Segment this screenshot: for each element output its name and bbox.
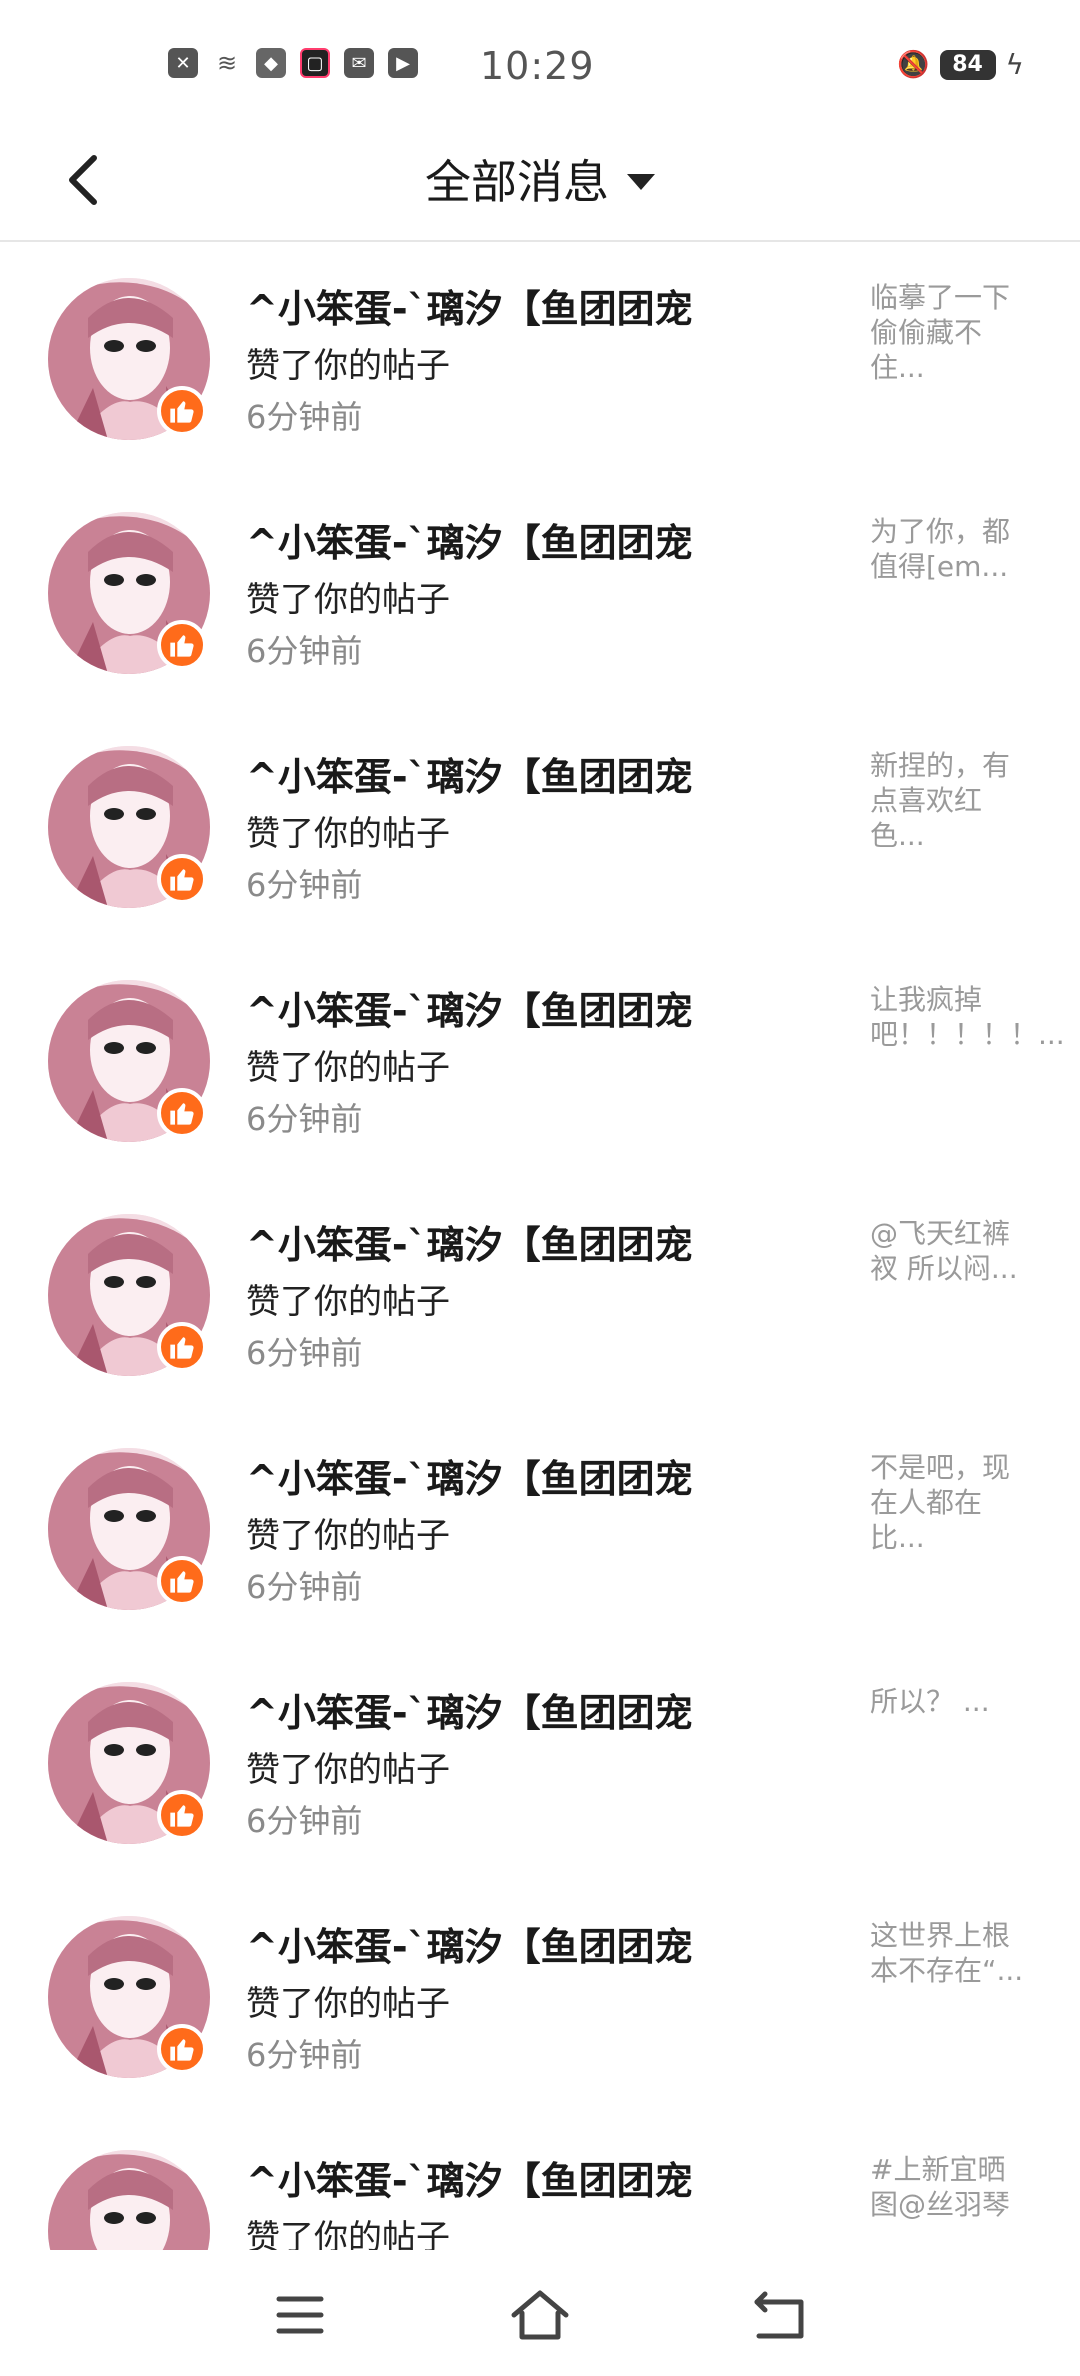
action-text: 赞了你的帖子	[246, 1984, 450, 2024]
message-item[interactable]: ^小笨蛋-`璃汐【鱼团团宠 赞了你的帖子 6分钟前 临摹了一下偷偷藏不住...	[0, 244, 1080, 478]
message-item[interactable]: ^小笨蛋-`璃汐【鱼团团宠 赞了你的帖子 6分钟前 这世界上根本不存在“...	[0, 1882, 1080, 2116]
home-icon	[511, 2290, 569, 2340]
sender-name: ^小笨蛋-`璃汐【鱼团团宠	[246, 287, 693, 331]
post-preview[interactable]: 不是吧，现在人都在比...	[870, 1450, 1030, 1555]
sender-name: ^小笨蛋-`璃汐【鱼团团宠	[246, 1691, 693, 1735]
like-badge	[157, 1556, 207, 1606]
caret-down-icon	[627, 174, 655, 190]
thumbs-up-icon	[170, 635, 194, 657]
status-icons-left: ✕ ≋ ◆ ▢ ✉ ▶	[168, 48, 418, 78]
action-text: 赞了你的帖子	[246, 1516, 450, 1556]
thumbs-up-icon	[170, 2039, 194, 2061]
action-text: 赞了你的帖子	[246, 1282, 450, 1322]
header: 全部消息	[0, 120, 1080, 242]
timestamp: 6分钟前	[246, 1334, 363, 1372]
message-item[interactable]: ^小笨蛋-`璃汐【鱼团团宠 赞了你的帖子 6分钟前 所以？ ...	[0, 1648, 1080, 1882]
bottom-navigation	[0, 2250, 1080, 2376]
title-dropdown[interactable]: 全部消息	[0, 146, 1080, 212]
message-item[interactable]: ^小笨蛋-`璃汐【鱼团团宠 赞了你的帖子 6分钟前 不是吧，现在人都在比...	[0, 1414, 1080, 1648]
sender-name: ^小笨蛋-`璃汐【鱼团团宠	[246, 1457, 693, 1501]
message-list: ^小笨蛋-`璃汐【鱼团团宠 赞了你的帖子 6分钟前 临摹了一下偷偷藏不住... …	[0, 244, 1080, 2250]
like-badge	[157, 854, 207, 904]
sender-name: ^小笨蛋-`璃汐【鱼团团宠	[246, 1223, 693, 1267]
action-text: 赞了你的帖子	[246, 814, 450, 854]
like-badge	[157, 620, 207, 670]
screen-record-icon: ▢	[300, 48, 330, 78]
timestamp: 6分钟前	[246, 632, 363, 670]
page-title: 全部消息	[425, 155, 609, 209]
action-text: 赞了你的帖子	[246, 1750, 450, 1790]
thumbs-up-icon	[170, 401, 194, 423]
post-preview[interactable]: 新捏的，有点喜欢红色...	[870, 748, 1030, 853]
message-item[interactable]: ^小笨蛋-`璃汐【鱼团团宠 赞了你的帖子 6分钟前 为了你，都值得[em...	[0, 478, 1080, 712]
menu-button[interactable]	[260, 2280, 340, 2350]
back-nav-button[interactable]	[740, 2280, 820, 2350]
thumbs-up-icon	[170, 869, 194, 891]
avatar[interactable]	[48, 2150, 210, 2250]
timestamp: 6分钟前	[246, 1802, 363, 1840]
post-preview[interactable]: 临摹了一下偷偷藏不住...	[870, 280, 1030, 385]
timestamp: 6分钟前	[246, 2036, 363, 2074]
home-button[interactable]	[500, 2280, 580, 2350]
timestamp: 6分钟前	[246, 1568, 363, 1606]
status-bar: ✕ ≋ ◆ ▢ ✉ ▶ 10:29 🔕 84 ϟ	[0, 0, 1080, 120]
post-preview[interactable]: 所以？ ...	[870, 1684, 1030, 1719]
screen: ✕ ≋ ◆ ▢ ✉ ▶ 10:29 🔕 84 ϟ 全部消息 ^小笨蛋-`璃汐【鱼…	[0, 0, 1080, 2376]
mute-icon: 🔕	[897, 49, 930, 80]
status-icons-right: 🔕 84 ϟ	[897, 48, 1024, 81]
action-text: 赞了你的帖子	[246, 1048, 450, 1088]
action-text: 赞了你的帖子	[246, 346, 450, 386]
message-item[interactable]: ^小笨蛋-`璃汐【鱼团团宠 赞了你的帖子 6分钟前 @飞天红裤衩 所以闷...	[0, 1180, 1080, 1414]
like-badge	[157, 1790, 207, 1840]
sender-name: ^小笨蛋-`璃汐【鱼团团宠	[246, 755, 693, 799]
like-badge	[157, 386, 207, 436]
timestamp: 6分钟前	[246, 866, 363, 904]
post-preview[interactable]: @飞天红裤衩 所以闷...	[870, 1216, 1030, 1286]
menu-icon	[276, 2296, 324, 2334]
sender-name: ^小笨蛋-`璃汐【鱼团团宠	[246, 989, 693, 1033]
close-icon: ✕	[168, 48, 198, 78]
sender-name: ^小笨蛋-`璃汐【鱼团团宠	[246, 1925, 693, 1969]
thumbs-up-icon	[170, 1103, 194, 1125]
charging-icon: ϟ	[1005, 48, 1024, 81]
action-text: 赞了你的帖子	[246, 580, 450, 620]
post-preview[interactable]: #上新宜晒图@丝羽琴	[870, 2152, 1030, 2222]
thumbs-up-icon	[170, 1805, 194, 1827]
wifi-icon: ≋	[216, 49, 238, 77]
post-preview[interactable]: 这世界上根本不存在“...	[870, 1918, 1030, 1988]
thumbs-up-icon	[170, 1337, 194, 1359]
post-preview[interactable]: 为了你，都值得[em...	[870, 514, 1030, 584]
action-text: 赞了你的帖子	[246, 2218, 450, 2250]
app-icon: ◆	[256, 48, 286, 78]
timestamp: 6分钟前	[246, 1100, 363, 1138]
like-badge	[157, 2024, 207, 2074]
like-badge	[157, 1088, 207, 1138]
mail-icon: ✉	[344, 48, 374, 78]
message-item[interactable]: ^小笨蛋-`璃汐【鱼团团宠 赞了你的帖子 6分钟前 新捏的，有点喜欢红色...	[0, 712, 1080, 946]
message-item[interactable]: ^小笨蛋-`璃汐【鱼团团宠 赞了你的帖子 6分钟前 让我疯掉吧！！！！！...	[0, 946, 1080, 1180]
message-item[interactable]: ^小笨蛋-`璃汐【鱼团团宠 赞了你的帖子 #上新宜晒图@丝羽琴	[0, 2116, 1080, 2250]
sender-name: ^小笨蛋-`璃汐【鱼团团宠	[246, 521, 693, 565]
sender-name: ^小笨蛋-`璃汐【鱼团团宠	[246, 2159, 693, 2203]
thumbs-up-icon	[170, 1571, 194, 1593]
back-icon	[754, 2291, 804, 2339]
status-time: 10:29	[480, 44, 595, 88]
timestamp: 6分钟前	[246, 398, 363, 436]
battery-icon: 84	[939, 49, 996, 80]
play-icon: ▶	[388, 48, 418, 78]
battery-level: 84	[952, 52, 983, 77]
post-preview[interactable]: 让我疯掉吧！！！！！...	[870, 982, 1065, 1052]
like-badge	[157, 1322, 207, 1372]
